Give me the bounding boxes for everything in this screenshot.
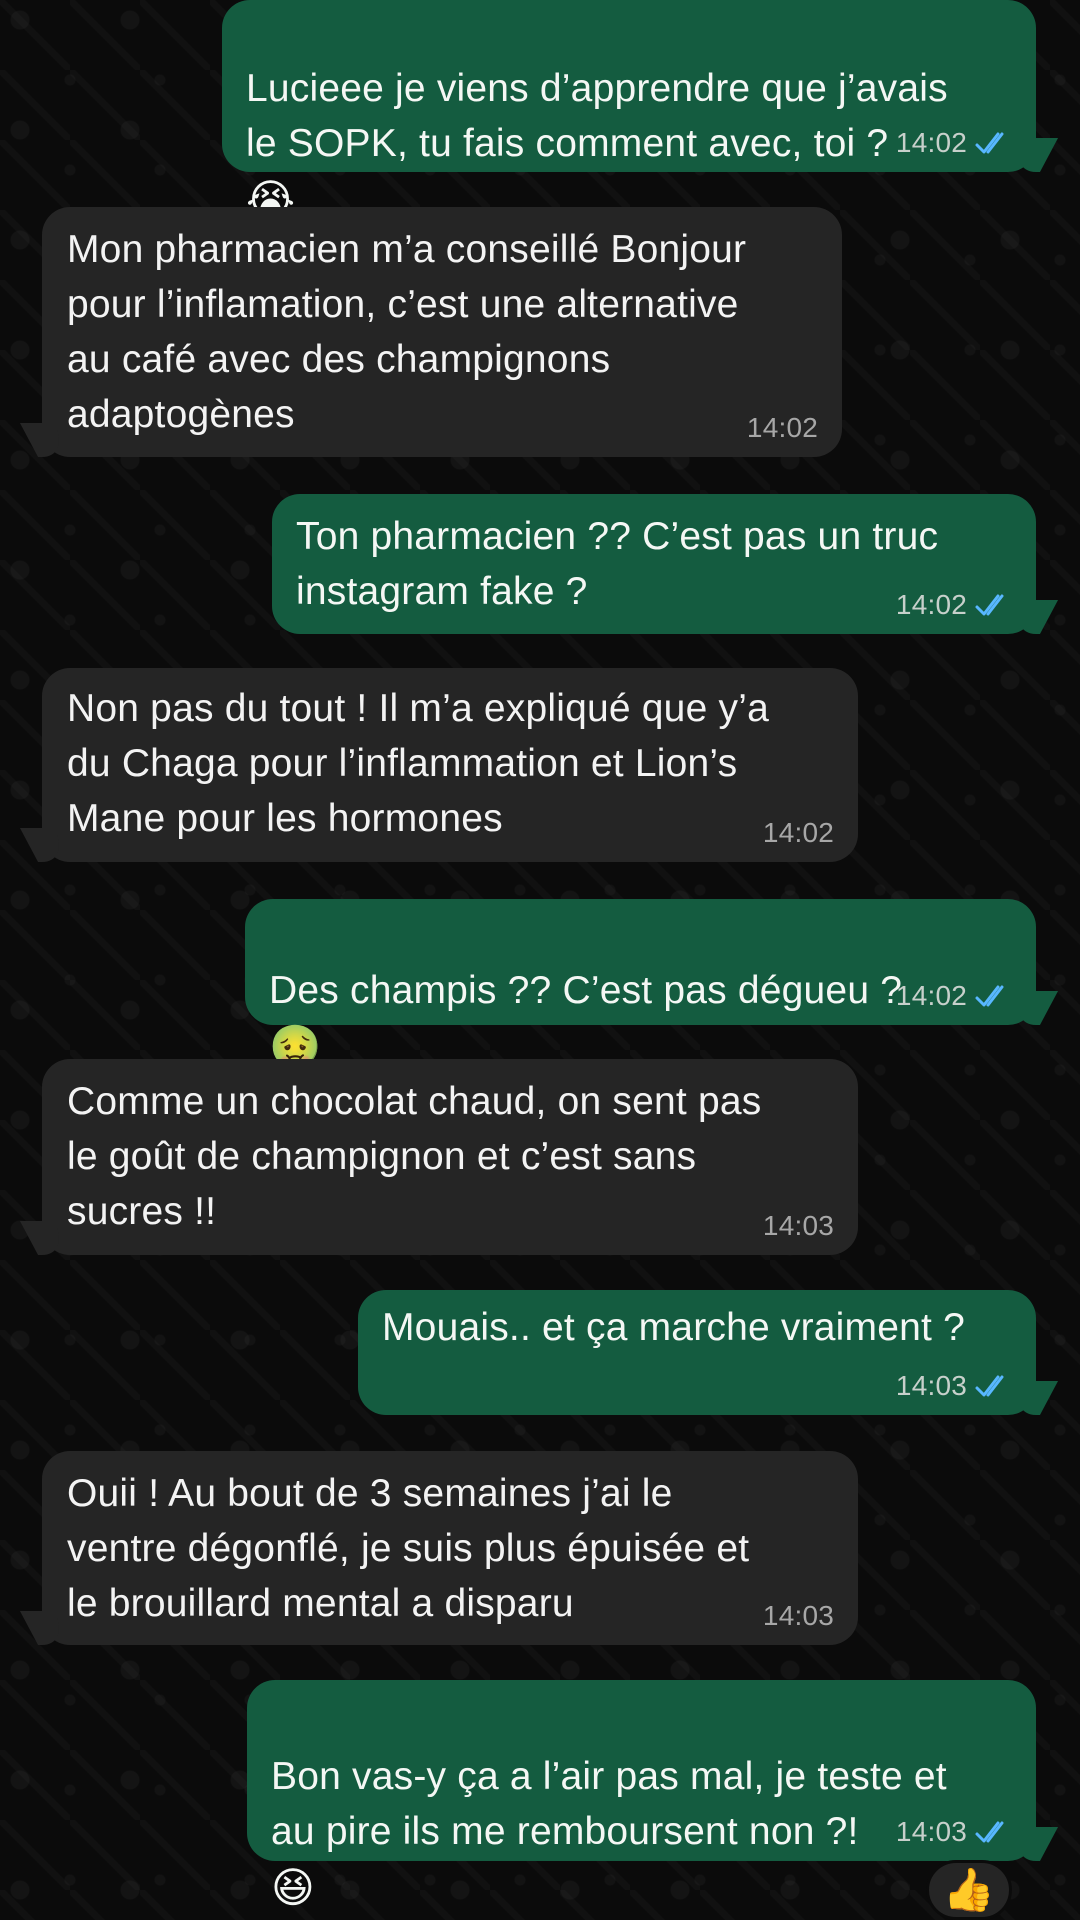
message-meta: 14:03 (896, 1370, 1012, 1402)
bubble-tail (19, 1221, 73, 1255)
outgoing-message-bubble[interactable]: Lucieee je viens d’apprendre que j’avais… (222, 0, 1059, 221)
message-meta: 14:02 (896, 127, 1012, 159)
message-time: 14:02 (895, 589, 967, 620)
message-text: Des champis ?? C’est pas dégueu ? 🤢 (269, 969, 903, 1071)
message-text: Bon vas-y ça a l’air pas mal, je teste e… (271, 1755, 947, 1912)
message-time: 14:02 (895, 127, 967, 158)
chat-background: Lucieee je viens d’apprendre que j’avais… (0, 0, 1080, 1920)
message-text: Comme un chocolat chaud, on sent pas le … (67, 1080, 762, 1233)
message-time: 14:03 (762, 1600, 834, 1631)
message-text: Non pas du tout ! Il m’a expliqué que y’… (67, 687, 769, 840)
bubble-tail (1005, 991, 1059, 1025)
bubble-tail (1005, 600, 1059, 634)
double-check-icon (975, 1821, 1004, 1843)
bubble-tail (1005, 138, 1059, 172)
bubble-tail (19, 423, 73, 457)
message-meta: 14:02 (896, 980, 1012, 1012)
double-check-icon (975, 594, 1004, 616)
thumbs-up-icon: 👍 (942, 1865, 996, 1914)
message-text: Mon pharmacien m’a conseillé Bonjour pou… (67, 228, 747, 436)
outgoing-message-bubble[interactable]: Des champis ?? C’est pas dégueu ? 🤢 14:0… (245, 899, 1059, 1068)
message-time: 14:03 (895, 1816, 967, 1847)
double-check-icon (975, 1375, 1004, 1397)
incoming-message-bubble[interactable]: Mon pharmacien m’a conseillé Bonjour pou… (19, 207, 842, 457)
message-time: 14:02 (746, 412, 818, 443)
message-time: 14:02 (895, 980, 967, 1011)
message-text: Lucieee je viens d’apprendre que j’avais… (246, 67, 948, 224)
message-meta: 14:02 (763, 817, 834, 849)
bubble-tail (1005, 1381, 1059, 1415)
message-meta: 14:02 (896, 589, 1012, 621)
bubble-tail (19, 828, 73, 862)
double-check-icon (975, 132, 1004, 154)
incoming-message-bubble[interactable]: Non pas du tout ! Il m’a expliqué que y’… (19, 668, 858, 862)
message-meta: 14:02 (747, 412, 818, 444)
message-meta: 14:03 (763, 1210, 834, 1242)
incoming-message-bubble[interactable]: Comme un chocolat chaud, on sent pas le … (19, 1059, 858, 1255)
thumbs-up-reaction[interactable]: 👍 (926, 1860, 1012, 1920)
outgoing-message-bubble[interactable]: Ton pharmacien ?? C’est pas un truc inst… (272, 494, 1059, 634)
double-check-icon (975, 985, 1004, 1007)
message-time: 14:02 (762, 817, 834, 848)
message-text: Ton pharmacien ?? C’est pas un truc inst… (296, 515, 939, 613)
message-time: 14:03 (895, 1370, 967, 1401)
grinning-squinting-face-emoji: 😆 (271, 1863, 315, 1912)
message-text: Mouais.. et ça marche vraiment ? (382, 1306, 965, 1349)
outgoing-message-bubble[interactable]: Mouais.. et ça marche vraiment ? 14:03 (358, 1290, 1059, 1415)
message-meta: 14:03 (896, 1816, 1012, 1848)
message-meta: 14:03 (763, 1600, 834, 1632)
message-text: Ouii ! Au bout de 3 semaines j’ai le ven… (67, 1472, 750, 1625)
message-time: 14:03 (762, 1210, 834, 1241)
outgoing-message-bubble[interactable]: Bon vas-y ça a l’air pas mal, je teste e… (247, 1680, 1059, 1909)
bubble-tail (19, 1611, 73, 1645)
bubble-tail (1005, 1827, 1059, 1861)
incoming-message-bubble[interactable]: Ouii ! Au bout de 3 semaines j’ai le ven… (19, 1451, 858, 1645)
